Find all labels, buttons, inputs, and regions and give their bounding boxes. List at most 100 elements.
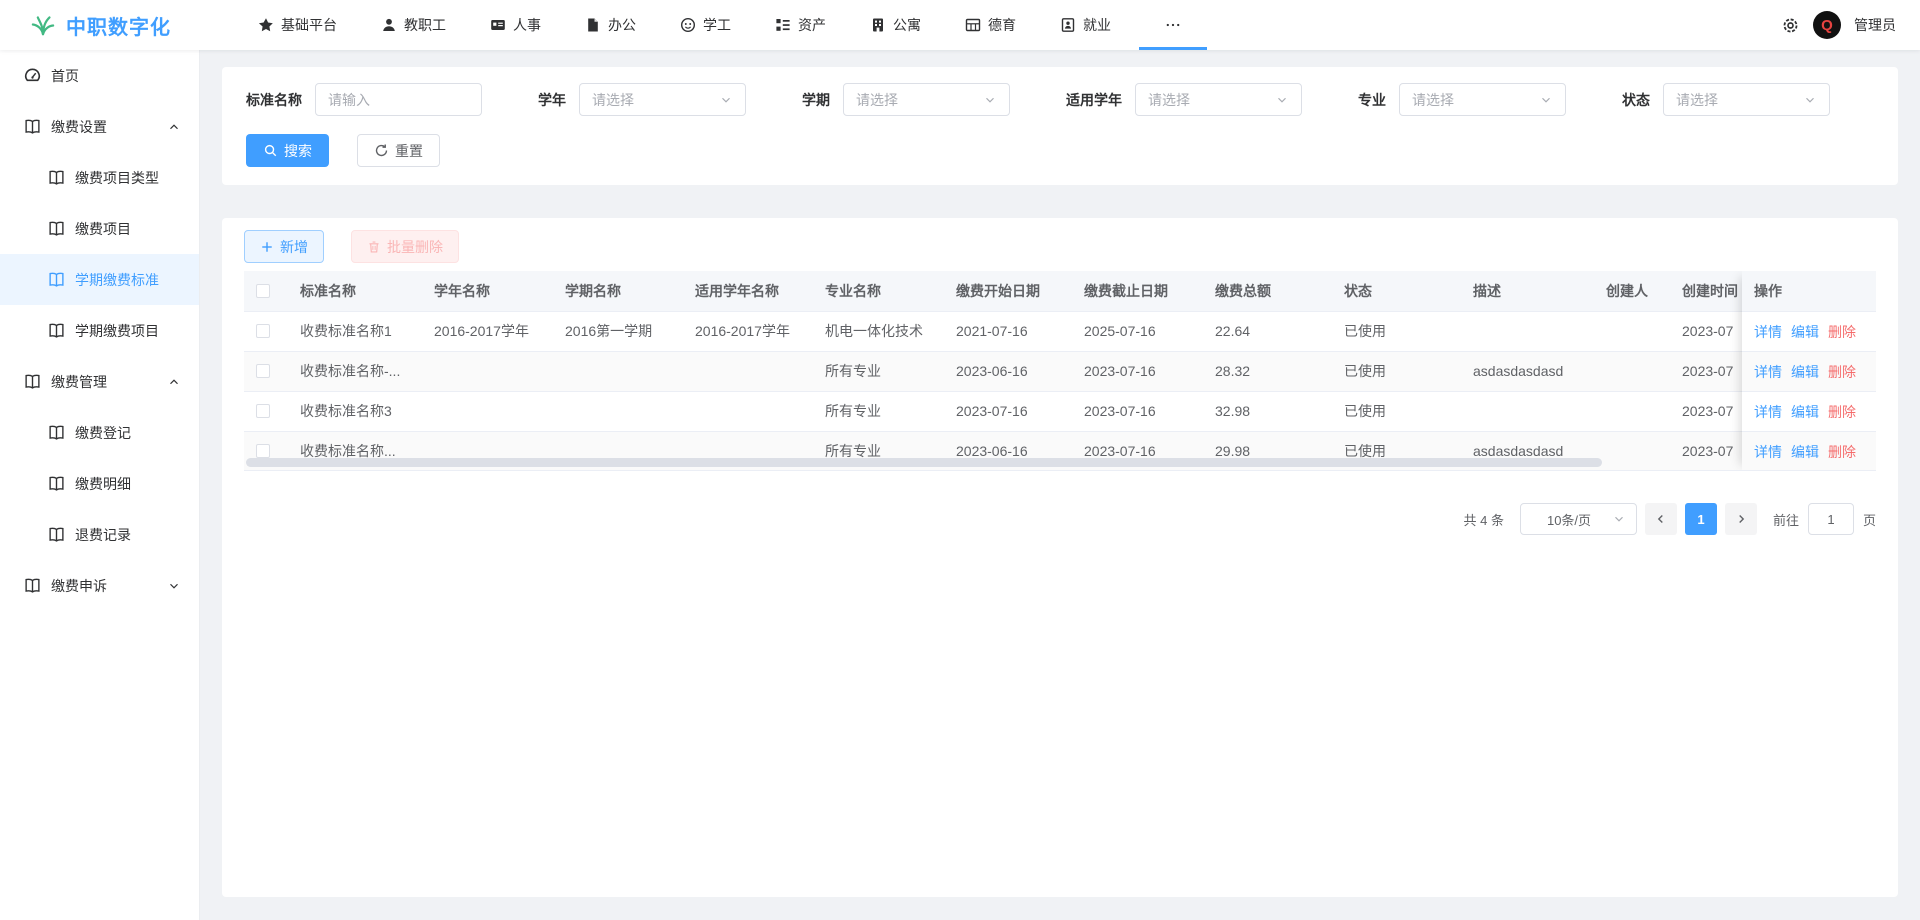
book-icon [24,577,41,594]
nav-item-more[interactable] [1133,0,1213,50]
sidebar-item-label: 缴费设置 [51,117,107,137]
filter-label: 学年 [538,90,566,110]
action-link-edit[interactable]: 编辑 [1791,322,1819,342]
chevron-down-icon [167,579,181,593]
table-row-2: 收费标准名称-...所有专业2023-06-162023-07-1628.32已… [244,351,1876,391]
nav-item-4[interactable]: 办公 [563,0,658,50]
action-cell-row-4: 详情编辑删除 [1742,431,1876,471]
horizontal-scrollbar[interactable] [246,458,1602,467]
select-all-checkbox[interactable] [256,284,270,298]
filter-select[interactable]: 请选择 [1399,83,1566,116]
filter-field-4: 适用学年请选择 [1066,83,1302,116]
filter-panel: 标准名称学年请选择学期请选择适用学年请选择专业请选择状态请选择 搜索 重置 [222,67,1898,185]
row-checkbox[interactable] [256,364,270,378]
goto-page-input[interactable] [1808,503,1854,535]
sidebar-subitem-label: 学期缴费标准 [75,270,159,290]
action-link-edit[interactable]: 编辑 [1791,402,1819,422]
filter-input[interactable] [328,84,469,115]
nav-item-3[interactable]: 人事 [468,0,563,50]
avatar[interactable]: Q [1813,11,1841,39]
sidebar-subitem-2-3[interactable]: 学期缴费标准 [0,254,199,305]
nav-item-8[interactable]: 德育 [943,0,1038,50]
fixed-action-column: 操作详情编辑删除详情编辑删除详情编辑删除详情编辑删除 [1742,271,1876,471]
row-checkbox[interactable] [256,444,270,458]
gear-icon[interactable] [1781,16,1800,35]
sidebar-subitem-3-3[interactable]: 退费记录 [0,509,199,560]
nav-item-2[interactable]: 教职工 [359,0,468,50]
sidebar-item-label: 缴费管理 [51,372,107,392]
action-link-delete[interactable]: 删除 [1828,442,1856,462]
action-link-detail[interactable]: 详情 [1754,322,1782,342]
nav-item-7[interactable]: 公寓 [848,0,943,50]
action-cell-row-1: 详情编辑删除 [1742,311,1876,351]
action-link-edit[interactable]: 编辑 [1791,442,1819,462]
book-icon [48,271,65,288]
action-link-detail[interactable]: 详情 [1754,362,1782,382]
action-link-detail[interactable]: 详情 [1754,442,1782,462]
filter-select[interactable]: 请选择 [1135,83,1302,116]
refresh-icon [374,143,389,158]
brand: 中职数字化 [30,11,208,40]
search-button[interactable]: 搜索 [246,134,329,167]
cell-term-name [553,391,683,431]
filter-select[interactable]: 请选择 [1663,83,1830,116]
nav-item-label: 教职工 [404,15,446,35]
chevron-up-icon [167,120,181,134]
sidebar-subitem-2-1[interactable]: 缴费项目类型 [0,152,199,203]
idcard-icon [490,17,506,33]
filter-select[interactable]: 请选择 [843,83,1010,116]
action-link-delete[interactable]: 删除 [1828,322,1856,342]
nav-item-label: 学工 [703,15,731,35]
nav-item-6[interactable]: 资产 [753,0,848,50]
table-header-row: 标准名称学年名称学期名称适用学年名称专业名称缴费开始日期缴费截止日期缴费总额状态… [244,271,1876,311]
select-placeholder: 请选择 [856,90,898,110]
table-row-1: 收费标准名称12016-2017学年2016第一学期2016-2017学年机电一… [244,311,1876,351]
add-button-label: 新增 [280,237,308,257]
batch-delete-button[interactable]: 批量删除 [351,230,459,263]
cell-select [244,311,288,351]
header-cell-apply-year-name: 适用学年名称 [683,271,813,311]
chevron-left-icon [1654,512,1668,526]
cell-description: asdasdasdasd [1461,351,1594,391]
row-checkbox[interactable] [256,404,270,418]
more-ellipsis-icon [1165,17,1181,33]
add-button[interactable]: 新增 [244,230,324,263]
page-size-select[interactable]: 10条/页 [1520,503,1637,535]
sidebar-subitem-2-2[interactable]: 缴费项目 [0,203,199,254]
cell-pay-end-date: 2023-07-16 [1072,391,1203,431]
cell-standard-name: 收费标准名称-... [288,351,422,391]
header-cell-creator: 创建人 [1594,271,1670,311]
sidebar-item-2[interactable]: 缴费设置 [0,101,199,152]
action-link-detail[interactable]: 详情 [1754,402,1782,422]
book-icon [48,424,65,441]
action-link-edit[interactable]: 编辑 [1791,362,1819,382]
filter-select[interactable]: 请选择 [579,83,746,116]
sidebar-item-1[interactable]: 首页 [0,50,199,101]
sidebar-item-3[interactable]: 缴费管理 [0,356,199,407]
nav-item-1[interactable]: 基础平台 [236,0,359,50]
app-title: 中职数字化 [66,11,171,40]
action-link-delete[interactable]: 删除 [1828,362,1856,382]
nav-item-5[interactable]: 学工 [658,0,753,50]
next-page-button[interactable] [1725,503,1757,535]
building-icon [870,17,886,33]
header-cell-select [244,271,288,311]
sidebar-subitem-label: 缴费明细 [75,474,131,494]
row-checkbox[interactable] [256,324,270,338]
prev-page-button[interactable] [1645,503,1677,535]
nav-item-9[interactable]: 就业 [1038,0,1133,50]
sidebar-subitem-3-2[interactable]: 缴费明细 [0,458,199,509]
cell-total-amount: 28.32 [1203,351,1332,391]
sidebar-subitem-3-1[interactable]: 缴费登记 [0,407,199,458]
table-panel: 新增 批量删除 标准名称学年名称学期名称适用学年名称专业名称缴费开始日期缴费截止… [222,218,1898,897]
reset-button[interactable]: 重置 [357,134,440,167]
book-icon [48,475,65,492]
sidebar-subitem-2-4[interactable]: 学期缴费项目 [0,305,199,356]
action-link-delete[interactable]: 删除 [1828,402,1856,422]
page-number-button[interactable]: 1 [1685,503,1717,535]
sidebar-item-4[interactable]: 缴费申诉 [0,560,199,611]
chevron-down-icon [983,93,997,107]
nav-item-label: 人事 [513,15,541,35]
current-user-name[interactable]: 管理员 [1854,15,1896,35]
cell-total-amount: 22.64 [1203,311,1332,351]
